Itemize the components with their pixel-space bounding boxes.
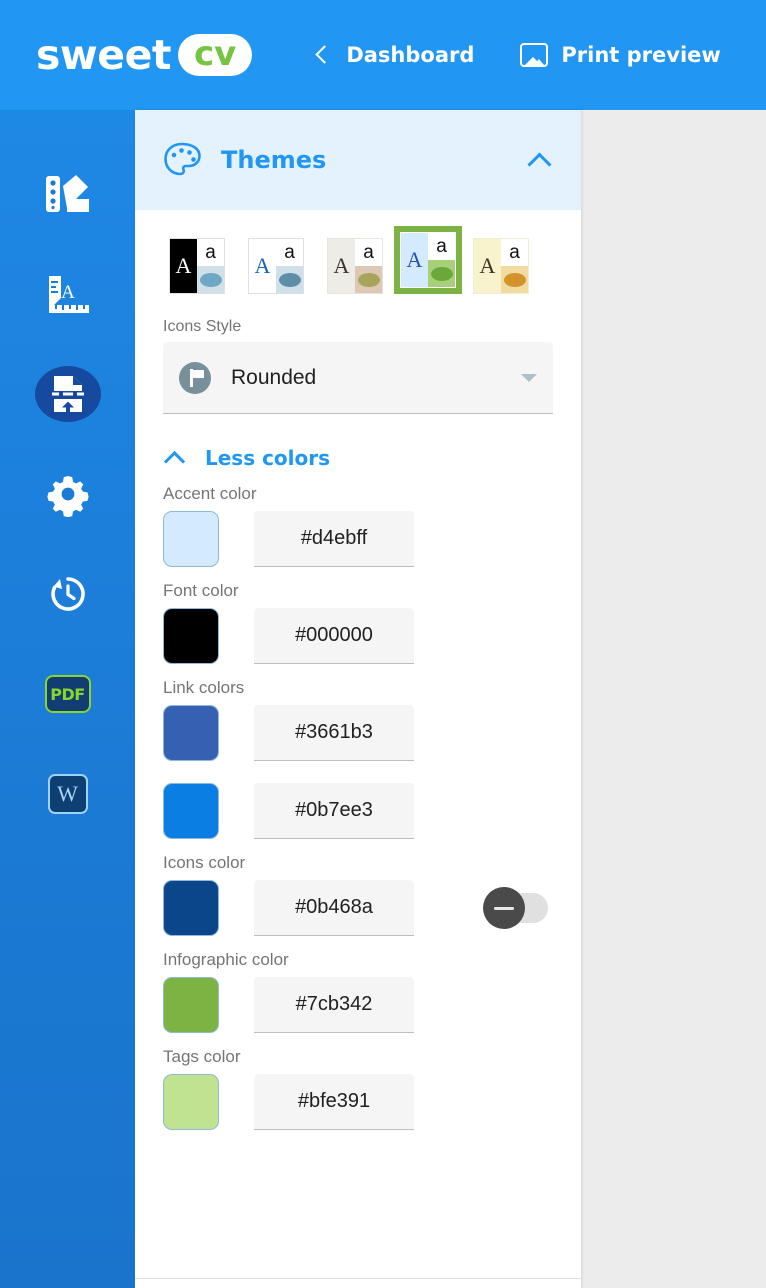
theme-accent-dot: [355, 266, 382, 293]
sidebar-item-page-break[interactable]: [0, 344, 135, 444]
flag-circle-icon: [179, 361, 211, 394]
icons-color-row: #0b468a: [163, 880, 553, 936]
tags-color-label: Tags color: [163, 1047, 241, 1066]
page-break-upload-icon: [34, 366, 101, 422]
icons-style-select[interactable]: Rounded: [163, 342, 553, 414]
nav-print-preview[interactable]: Print preview: [520, 43, 721, 67]
link-colors-label: Link colors: [163, 678, 245, 697]
theme-swatch-option[interactable]: A a: [242, 232, 310, 300]
font-color-row: #000000: [163, 608, 553, 664]
sidebar-item-history[interactable]: [0, 544, 135, 644]
toggle-knob-minus-icon: [483, 887, 525, 929]
accent-color-label: Accent color: [163, 484, 257, 503]
theme-swatch-option-selected[interactable]: A a: [394, 226, 462, 300]
palette-icon: [163, 141, 203, 179]
sidebar-item-settings[interactable]: [0, 444, 135, 544]
infographic-color-label: Infographic color: [163, 950, 289, 969]
accent-color-row: #d4ebff: [163, 511, 553, 567]
top-bar: sweet cv Dashboard Print preview: [0, 0, 766, 110]
chevron-up-icon: [163, 451, 187, 465]
sidebar-item-typography[interactable]: A: [0, 244, 135, 344]
theme-letter-lower: a: [197, 239, 224, 266]
theme-letter-lower: a: [276, 239, 303, 266]
font-color-label: Font color: [163, 581, 239, 600]
theme-accent-dot: [501, 266, 528, 293]
less-colors-toggle[interactable]: Less colors: [163, 446, 553, 470]
tags-color-input[interactable]: #bfe391: [254, 1074, 414, 1130]
theme-swatch-list: A a A a A a A a A a: [163, 226, 553, 300]
ruler-font-size-icon: A: [43, 272, 93, 316]
link-color-secondary-row: #0b7ee3: [163, 783, 553, 839]
themes-panel: Themes A a A a A a A a A a Icons Style R…: [135, 110, 581, 1288]
font-color-swatch[interactable]: [163, 608, 219, 664]
sidebar-item-export-pdf[interactable]: PDF: [0, 644, 135, 744]
pdf-icon: PDF: [44, 675, 91, 713]
theme-letter-upper: A: [401, 233, 428, 287]
link-color-primary-row: #3661b3: [163, 705, 553, 761]
link-color-primary-swatch[interactable]: [163, 705, 219, 761]
gear-icon: [45, 471, 91, 517]
link-color-secondary-input[interactable]: #0b7ee3: [254, 783, 414, 839]
logo-badge: cv: [178, 34, 253, 76]
chevron-left-icon: [312, 45, 332, 65]
nav-dashboard-label: Dashboard: [346, 43, 475, 67]
sidebar-item-themes[interactable]: [0, 144, 135, 244]
top-nav: Dashboard Print preview: [312, 43, 721, 67]
accent-color-input[interactable]: #d4ebff: [254, 511, 414, 567]
nav-dashboard[interactable]: Dashboard: [312, 43, 474, 67]
link-color-primary-input[interactable]: #3661b3: [254, 705, 414, 761]
accent-color-swatch[interactable]: [163, 511, 219, 567]
nav-print-preview-label: Print preview: [561, 43, 721, 67]
icons-style-label: Icons Style: [163, 318, 242, 335]
left-sidebar: A PDF W: [0, 110, 135, 1288]
infographic-color-input[interactable]: #7cb342: [254, 977, 414, 1033]
icons-color-label: Icons color: [163, 853, 246, 872]
color-palette-swatches-icon: [43, 172, 93, 216]
theme-swatch-option[interactable]: A a: [467, 232, 535, 300]
icons-color-swatch[interactable]: [163, 880, 219, 936]
tags-color-swatch[interactable]: [163, 1074, 219, 1130]
logo-wordmark: sweet: [36, 31, 172, 79]
theme-letter-upper: A: [474, 239, 501, 293]
theme-letter-lower: a: [355, 239, 382, 266]
logo-badge-text: cv: [194, 34, 237, 74]
theme-letter-upper: A: [328, 239, 355, 293]
tags-color-row: #bfe391: [163, 1074, 553, 1130]
theme-accent-dot: [276, 266, 303, 293]
panel-bottom-divider: [135, 1278, 581, 1279]
word-icon: W: [47, 774, 88, 814]
theme-letter-upper: A: [249, 239, 276, 293]
icons-color-input[interactable]: #0b468a: [254, 880, 414, 936]
sidebar-item-export-word[interactable]: W: [0, 744, 135, 844]
page-title: Themes: [221, 146, 327, 174]
app-logo[interactable]: sweet cv: [36, 31, 253, 79]
clock-history-icon: [45, 571, 91, 617]
chevron-up-icon[interactable]: [527, 152, 553, 168]
icons-style-value: Rounded: [231, 365, 317, 389]
font-color-input[interactable]: #000000: [254, 608, 414, 664]
icons-color-toggle[interactable]: [483, 887, 548, 929]
theme-accent-dot: [428, 260, 455, 287]
theme-accent-dot: [197, 266, 224, 293]
theme-swatch-option[interactable]: A a: [163, 232, 231, 300]
app-root: sweet cv Dashboard Print preview A PDF W…: [0, 0, 766, 1288]
infographic-color-row: #7cb342: [163, 977, 553, 1033]
infographic-color-swatch[interactable]: [163, 977, 219, 1033]
theme-letter-lower: a: [501, 239, 528, 266]
less-colors-label: Less colors: [205, 446, 331, 470]
themes-panel-header[interactable]: Themes: [135, 110, 581, 210]
theme-letter-lower: a: [428, 233, 455, 260]
themes-panel-body: A a A a A a A a A a Icons Style Rounded …: [135, 226, 581, 1130]
theme-letter-upper: A: [170, 239, 197, 293]
image-icon: [520, 43, 549, 67]
link-color-secondary-swatch[interactable]: [163, 783, 219, 839]
theme-swatch-option[interactable]: A a: [321, 232, 389, 300]
caret-down-icon[interactable]: [521, 373, 537, 382]
svg-text:A: A: [61, 282, 75, 303]
